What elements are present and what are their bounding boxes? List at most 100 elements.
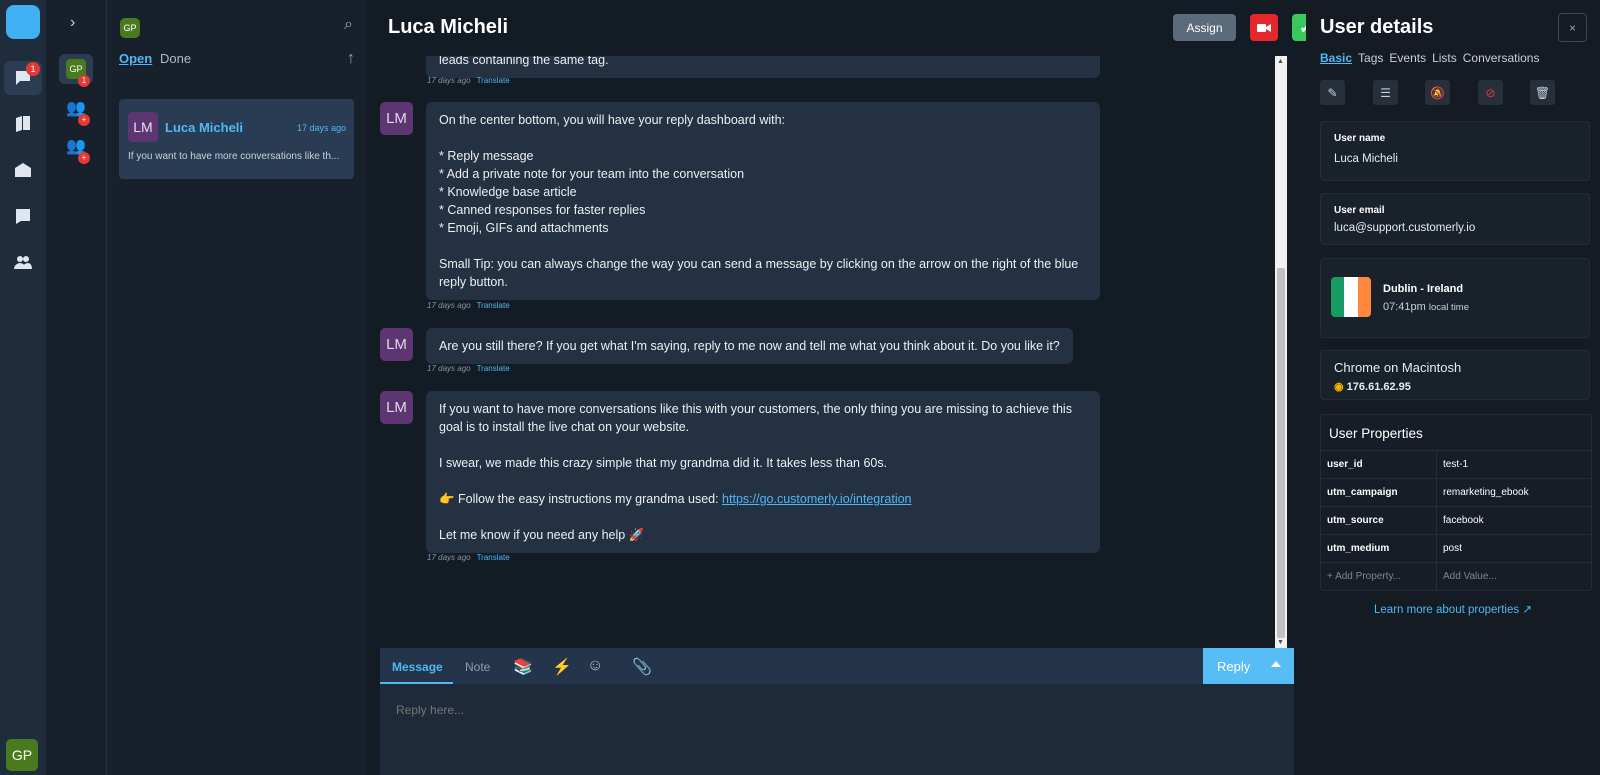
property-key: utm_source — [1321, 507, 1437, 534]
tab-lists[interactable]: Lists — [1432, 51, 1457, 65]
rail-inbox[interactable]: 1 — [4, 61, 42, 95]
learn-more-link[interactable]: Learn more about properties ↗ — [1306, 602, 1600, 616]
table-row: utm_medium post — [1321, 534, 1591, 562]
notes-icon[interactable]: ☰ — [1373, 80, 1398, 105]
rail-help[interactable] — [4, 199, 42, 233]
tab-message[interactable]: Message — [392, 660, 443, 674]
current-user-avatar[interactable]: GP — [6, 739, 38, 771]
add-value-input[interactable]: Add Value... — [1437, 563, 1591, 590]
video-call-button[interactable] — [1250, 14, 1278, 41]
sort-arrow-icon[interactable]: ↑ — [347, 50, 355, 68]
assign-button[interactable]: Assign — [1173, 14, 1236, 41]
translate-link[interactable]: Translate — [477, 76, 510, 85]
books-icon — [16, 116, 30, 132]
block-icon[interactable]: ⊘ — [1478, 80, 1503, 105]
message-thread: leads containing the same tag. 17 days a… — [367, 56, 1295, 648]
property-key: user_id — [1321, 451, 1437, 478]
device-card: Chrome on Macintosh ◉ 176.61.62.95 — [1320, 350, 1590, 400]
search-icon[interactable]: ⌕ — [344, 16, 353, 34]
emoji-icon[interactable]: ☺ — [587, 657, 603, 675]
message-bubble: Are you still there? If you get what I'm… — [426, 328, 1073, 364]
property-value[interactable]: facebook — [1437, 507, 1591, 534]
add-badge-icon: + — [78, 152, 90, 164]
learn-more-text: Learn more about properties — [1374, 604, 1520, 616]
video-camera-icon — [1257, 23, 1271, 32]
properties-title: User Properties — [1329, 426, 1423, 441]
message-bubble: On the center bottom, you will have your… — [426, 102, 1100, 300]
caret-up-icon[interactable] — [1271, 661, 1281, 667]
message-text: leads containing the same tag. — [439, 56, 609, 67]
agent-current[interactable]: GP 1 — [59, 54, 93, 87]
ireland-flag-icon — [1331, 277, 1371, 317]
local-time-suffix: local time — [1428, 302, 1469, 313]
tab-done[interactable]: Done — [160, 51, 191, 66]
tab-basic[interactable]: Basic — [1320, 51, 1352, 65]
user-details-panel: User details × Basic Tags Events Lists C… — [1306, 0, 1600, 775]
message-bubble: leads containing the same tag. — [426, 56, 1100, 78]
tab-events[interactable]: Events — [1389, 51, 1426, 65]
scroll-thumb[interactable] — [1277, 268, 1285, 638]
conversation-time: 17 days ago — [296, 123, 346, 133]
tab-note[interactable]: Note — [465, 660, 490, 674]
chat-title: Luca Micheli — [388, 16, 509, 38]
reply-input[interactable] — [396, 703, 1196, 717]
property-value[interactable]: test-1 — [1437, 451, 1591, 478]
rail-knowledge-base[interactable] — [4, 107, 42, 141]
property-value[interactable]: remarketing_ebook — [1437, 479, 1591, 506]
reply-label: Reply — [1217, 658, 1251, 674]
add-property-input[interactable]: + Add Property... — [1321, 563, 1437, 590]
message-text-part: If you want to have more conversations l… — [439, 402, 1072, 506]
message-meta: 17 days ago Translate — [427, 553, 510, 562]
tab-tags[interactable]: Tags — [1358, 51, 1383, 65]
add-property-placeholder: Add Property... — [1335, 571, 1402, 582]
scroll-up-icon[interactable]: ▲ — [1277, 58, 1284, 65]
rail-mail[interactable] — [4, 153, 42, 187]
lightning-icon[interactable]: ⚡ — [552, 657, 572, 677]
translate-link[interactable]: Translate — [477, 301, 510, 310]
rail-contacts[interactable] — [4, 245, 42, 279]
agent-unassigned[interactable]: 👥 + — [59, 93, 93, 126]
message-scrollbar[interactable]: ▲ ▼ — [1275, 56, 1287, 648]
property-key: utm_medium — [1321, 535, 1437, 562]
conversation-preview: If you want to have more conversations l… — [128, 151, 340, 162]
panel-title: User details — [1320, 16, 1434, 38]
message-bubble: If you want to have more conversations l… — [426, 391, 1100, 553]
tab-open[interactable]: Open — [119, 51, 152, 66]
trash-icon[interactable]: 🗑 — [1530, 80, 1555, 105]
message-text: Are you still there? If you get what I'm… — [439, 339, 1060, 353]
app-logo[interactable]: ≡ — [6, 5, 95, 39]
property-value[interactable]: post — [1437, 535, 1591, 562]
mail-icon — [15, 163, 31, 177]
chevron-right-icon[interactable]: › — [70, 14, 75, 32]
location-card: Dublin - Ireland 07:41pm local time — [1320, 258, 1590, 338]
agent-team[interactable]: 👥 + — [59, 131, 93, 164]
scroll-down-icon[interactable]: ▼ — [1277, 639, 1284, 646]
table-row: user_id test-1 — [1321, 450, 1591, 478]
tab-conversations[interactable]: Conversations — [1463, 51, 1540, 65]
message-time: 17 days ago — [427, 76, 471, 85]
mute-bell-icon[interactable]: 🔕 — [1425, 80, 1450, 105]
user-name-value[interactable]: Luca Micheli — [1334, 153, 1398, 165]
user-email-value[interactable]: luca@support.customerly.io — [1334, 222, 1475, 234]
plus-icon: + — [1327, 571, 1333, 582]
conversation-item[interactable]: LM Luca Micheli 17 days ago If you want … — [119, 99, 354, 179]
inbox-badge: 1 — [26, 62, 40, 76]
property-key: utm_campaign — [1321, 479, 1437, 506]
knowledge-base-icon[interactable]: 📚 — [513, 657, 533, 677]
integration-link[interactable]: https://go.customerly.io/integration — [722, 492, 911, 506]
message-time: 17 days ago — [427, 364, 471, 373]
conversation-list: GP ⌕ Open Done ↑ LM Luca Micheli 17 days… — [107, 0, 367, 775]
user-email-label: User email — [1334, 205, 1385, 216]
list-owner-avatar: GP — [120, 18, 140, 38]
message-meta: 17 days ago Translate — [427, 76, 510, 85]
translate-link[interactable]: Translate — [477, 553, 510, 562]
add-badge-icon: + — [78, 114, 90, 126]
translate-link[interactable]: Translate — [477, 364, 510, 373]
avatar: LM — [380, 328, 413, 361]
reply-button[interactable]: Reply — [1203, 648, 1294, 684]
edit-icon[interactable]: ✎ — [1320, 80, 1345, 105]
message-meta: 17 days ago Translate — [427, 364, 510, 373]
close-icon[interactable]: × — [1558, 13, 1587, 42]
paperclip-icon[interactable]: 📎 — [632, 657, 652, 677]
avatar: LM — [128, 112, 158, 142]
